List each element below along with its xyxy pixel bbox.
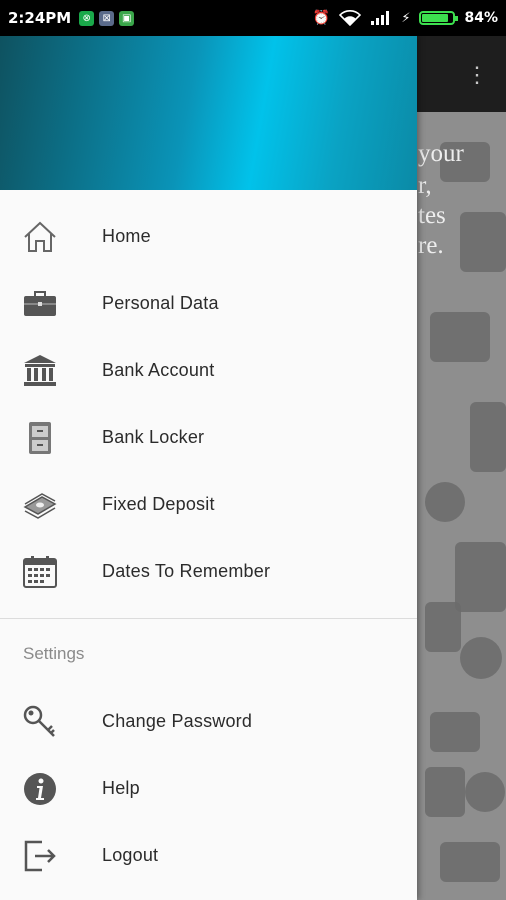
- settings-section-label: Settings: [23, 644, 85, 663]
- background-text-line: re.: [418, 232, 444, 259]
- info-icon: [22, 771, 58, 807]
- battery-fill: [422, 14, 448, 22]
- money-stack-icon: [22, 487, 58, 523]
- status-bar: 2:24PM ⊗ ⊠ ▣ ⏰ ⚡ 84%: [0, 0, 506, 36]
- menu-item-label: Bank Locker: [102, 427, 205, 447]
- background-illustration: [470, 402, 506, 472]
- menu-item-label: Dates To Remember: [102, 561, 271, 581]
- notification-app-icon: ⊗: [79, 10, 95, 26]
- overflow-menu-icon[interactable]: ⋮: [466, 62, 488, 88]
- notification-app-icon: ▣: [119, 10, 135, 26]
- notification-app-icon: ⊠: [99, 10, 115, 26]
- menu-item-change-password[interactable]: Change Password: [0, 688, 417, 755]
- menu-item-label: Logout: [102, 845, 159, 865]
- background-illustration: [430, 712, 480, 752]
- menu-item-dates-to-remember[interactable]: Dates To Remember: [0, 538, 417, 605]
- calendar-icon: [22, 554, 58, 590]
- navigation-drawer: Home Personal Data Bank Account Bank Loc…: [0, 36, 417, 900]
- background-text-line: r,: [418, 172, 432, 199]
- menu-item-bank-account[interactable]: Bank Account: [0, 337, 417, 404]
- background-illustration: [465, 772, 505, 812]
- logout-icon: [22, 838, 58, 874]
- status-time: 2:24PM: [8, 9, 72, 27]
- signal-icon: [371, 11, 390, 25]
- background-text-line: your: [418, 140, 464, 167]
- background-illustration: [425, 602, 461, 652]
- menu-item-personal-data[interactable]: Personal Data: [0, 270, 417, 337]
- background-text-line: tes: [418, 202, 446, 229]
- wifi-icon: [339, 10, 362, 26]
- background-illustration: [440, 842, 500, 882]
- menu-item-home[interactable]: Home: [0, 203, 417, 270]
- bank-icon: [22, 353, 58, 389]
- key-icon: [22, 704, 58, 740]
- menu-item-bank-locker[interactable]: Bank Locker: [0, 404, 417, 471]
- battery-percent: 84%: [464, 10, 498, 26]
- drawer-divider: [0, 618, 417, 619]
- menu-item-label: Bank Account: [102, 360, 215, 380]
- menu-item-label: Change Password: [102, 711, 253, 731]
- notification-icons: ⊗ ⊠ ▣: [79, 10, 135, 26]
- locker-icon: [22, 420, 58, 456]
- drawer-header: [0, 36, 417, 190]
- home-icon: [22, 219, 58, 255]
- menu-item-help[interactable]: Help: [0, 755, 417, 822]
- background-illustration: [455, 542, 506, 612]
- charging-icon: ⚡: [401, 10, 411, 26]
- battery-icon: [419, 11, 459, 25]
- menu-item-label: Personal Data: [102, 293, 219, 313]
- background-illustration: [460, 212, 506, 272]
- menu-item-label: Help: [102, 778, 140, 798]
- background-illustration: [430, 312, 490, 362]
- alarm-icon: ⏰: [312, 10, 331, 26]
- menu-item-logout[interactable]: Logout: [0, 822, 417, 889]
- menu-item-fixed-deposit[interactable]: Fixed Deposit: [0, 471, 417, 538]
- menu-item-label: Fixed Deposit: [102, 494, 215, 514]
- background-illustration: [460, 637, 502, 679]
- menu-item-label: Home: [102, 226, 151, 246]
- background-illustration: [425, 482, 465, 522]
- background-illustration: [425, 767, 465, 817]
- briefcase-icon: [22, 286, 58, 322]
